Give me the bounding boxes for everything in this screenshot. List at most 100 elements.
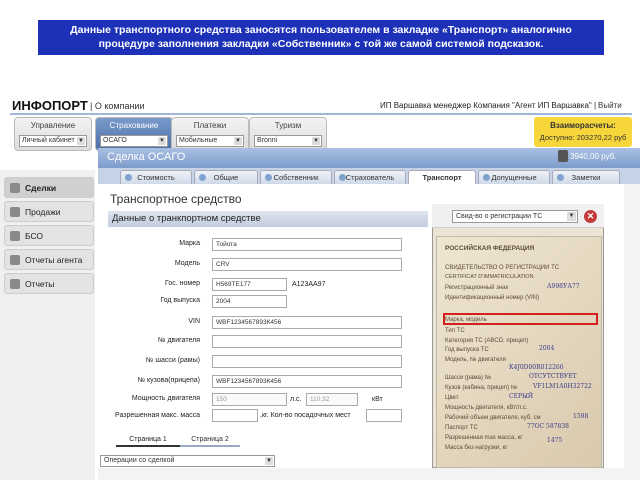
menu-tourism-select[interactable]: Bronni ▼ <box>254 135 322 147</box>
doc-handwritten: ОТСУТСТВУЕТ <box>529 373 577 380</box>
chassis-number-input[interactable] <box>212 355 402 368</box>
engine-power-kw-input[interactable]: 110,32 <box>306 393 358 406</box>
chassis-number-label: № шасси (рамы) <box>145 357 200 364</box>
deal-operations-select[interactable]: Операции со сделкой ▼ <box>100 455 275 467</box>
deal-operations-value: Операции со сделкой <box>104 457 175 464</box>
close-icon[interactable]: ✕ <box>584 210 597 223</box>
tab-label: Заметки <box>571 173 601 182</box>
tab-general[interactable]: Общие <box>194 170 258 184</box>
menu-management[interactable]: Управление Личный кабинет ▼ <box>14 117 92 151</box>
menu-insurance-label: Страхование <box>109 121 159 130</box>
kw-unit: кВт <box>372 396 383 403</box>
menu-insurance-select[interactable]: ОСАГО ▼ <box>100 135 168 147</box>
menu-insurance[interactable]: Страхование ОСАГО ▼ <box>95 117 173 151</box>
tab-transport[interactable]: Транспорт <box>408 170 476 184</box>
doc-handwritten: 2004 <box>539 345 555 352</box>
sidebar-item-reports[interactable]: Отчеты <box>4 273 94 294</box>
app-logo[interactable]: ИНФОПОРТ <box>12 98 88 113</box>
header-divider <box>10 113 632 115</box>
sidebar-item-bso[interactable]: БСО <box>4 225 94 246</box>
page-tab-2[interactable]: Страница 2 <box>180 435 240 447</box>
max-mass-input[interactable] <box>212 409 258 422</box>
tab-icon <box>199 174 206 181</box>
banner-line-1: Данные транспортного средства заносятся … <box>70 24 572 36</box>
chevron-down-icon: ▼ <box>265 457 273 465</box>
max-mass-label: Разрешенная макс. масса <box>115 412 200 419</box>
sidebar-item-label: Продажи <box>25 207 61 217</box>
tab-allowed-drivers[interactable]: Допущенные <box>478 170 550 184</box>
document-type-value: Свид-во о регистрации ТС <box>456 213 543 220</box>
mutual-title: Взаиморасчеты: <box>550 121 616 130</box>
tab-label: Собственник <box>273 173 319 182</box>
tab-label: Транспорт <box>422 173 462 182</box>
tab-cost[interactable]: Стоимость <box>120 170 192 184</box>
doc-handwritten: VF1LM1A0H32722 <box>533 383 592 390</box>
hp-unit: л.с. <box>290 396 302 403</box>
seats-input[interactable] <box>366 409 402 422</box>
deal-title: Сделка ОСАГО <box>107 151 186 163</box>
doc-handwritten: 1475 <box>547 437 563 444</box>
panel-title: Транспортное средство <box>110 192 242 206</box>
tab-icon <box>339 174 346 181</box>
model-input[interactable]: CRV <box>212 258 402 271</box>
doc-line: Год выпуска ТС <box>445 347 489 353</box>
sidebar-item-label: Отчеты агента <box>25 255 83 265</box>
tab-label: Стоимость <box>137 173 175 182</box>
menu-tourism-value: Bronni <box>257 137 278 144</box>
registration-certificate-image: РОССИЙСКАЯ ФЕДЕРАЦИЯ СВИДЕТЕЛЬСТВО О РЕГ… <box>436 236 602 468</box>
doc-line: Разрешенная max масса, кг <box>445 435 523 441</box>
menu-payments-select[interactable]: Мобильные ▼ <box>176 135 244 147</box>
sidebar-item-deals[interactable]: Сделки <box>4 177 94 198</box>
year-label: Год выпуска <box>160 297 200 304</box>
user-info: ИП Варшавка менеджер Компания "Агент ИП … <box>380 101 597 110</box>
menu-insurance-value: ОСАГО <box>103 137 127 144</box>
menu-management-value: Личный кабинет <box>22 137 75 144</box>
tab-label: Общие <box>213 173 239 182</box>
year-input[interactable]: 2004 <box>212 295 287 308</box>
sidebar-item-sales[interactable]: Продажи <box>4 201 94 222</box>
doc-line: Регистрационный знак <box>445 285 509 291</box>
chevron-down-icon: ▼ <box>234 137 242 145</box>
doc-line: Мощность двигателя, кВт/л.с. <box>445 405 528 411</box>
page-tab-1[interactable]: Страница 1 <box>116 435 180 447</box>
doc-handwritten: А998УА77 <box>547 283 580 290</box>
sidebar-item-label: Сделки <box>25 183 57 193</box>
engine-number-label: № двигателя <box>158 337 200 344</box>
sidebar-item-agent-reports[interactable]: Отчеты агента <box>4 249 94 270</box>
logout-link[interactable]: Выйти <box>598 101 622 110</box>
tab-icon <box>557 174 564 181</box>
engine-number-input[interactable] <box>212 335 402 348</box>
plate-input[interactable]: Н569ТЕ177 <box>212 278 287 291</box>
agent-reports-icon <box>10 255 20 265</box>
tab-icon <box>265 174 272 181</box>
vin-label: VIN <box>188 318 200 325</box>
make-input[interactable]: Тойота <box>212 238 402 251</box>
body-number-input[interactable]: WBF1234567893К456 <box>212 375 402 388</box>
tab-icon <box>125 174 132 181</box>
menu-management-select[interactable]: Личный кабинет ▼ <box>19 135 87 147</box>
chevron-down-icon: ▼ <box>77 137 85 145</box>
menu-tourism[interactable]: Туризм Bronni ▼ <box>249 117 327 151</box>
engine-power-hp-input[interactable]: 150 <box>212 393 287 406</box>
tab-notes[interactable]: Заметки <box>552 170 620 184</box>
menu-payments-label: Платежи <box>193 121 227 130</box>
banner-line-2: процедуре заполнения закладки «Собственн… <box>98 38 544 50</box>
mutual-settlements[interactable]: Взаиморасчеты: Доступно: 203270,22 руб <box>534 117 632 147</box>
menu-tourism-label: Туризм <box>274 121 302 130</box>
doc-handwritten: СЕРЫЙ <box>509 393 534 400</box>
doc-line: СВИДЕТЕЛЬСТВО О РЕГИСТРАЦИИ ТС <box>445 265 560 271</box>
tab-owner[interactable]: Собственник <box>260 170 332 184</box>
deals-icon <box>10 183 20 193</box>
tab-policyholder[interactable]: Страхователь <box>334 170 406 184</box>
doc-line: Идентификационный номер (VIN) <box>445 295 540 301</box>
scroll-area[interactable] <box>624 184 640 480</box>
vin-input[interactable]: WBF1234567893К456 <box>212 316 402 329</box>
tab-icon <box>483 174 490 181</box>
document-type-select[interactable]: Свид-во о регистрации ТС ▼ <box>452 210 578 223</box>
doc-line: Рабочий объем двигателя, куб. см <box>445 415 541 421</box>
deal-amount: 3940,00 руб. <box>570 152 617 161</box>
doc-handwritten: К4J0D00R012266 <box>509 364 564 371</box>
menu-payments[interactable]: Платежи Мобильные ▼ <box>171 117 249 151</box>
calculator-icon <box>558 150 568 162</box>
about-link[interactable]: | О компании <box>90 101 144 111</box>
